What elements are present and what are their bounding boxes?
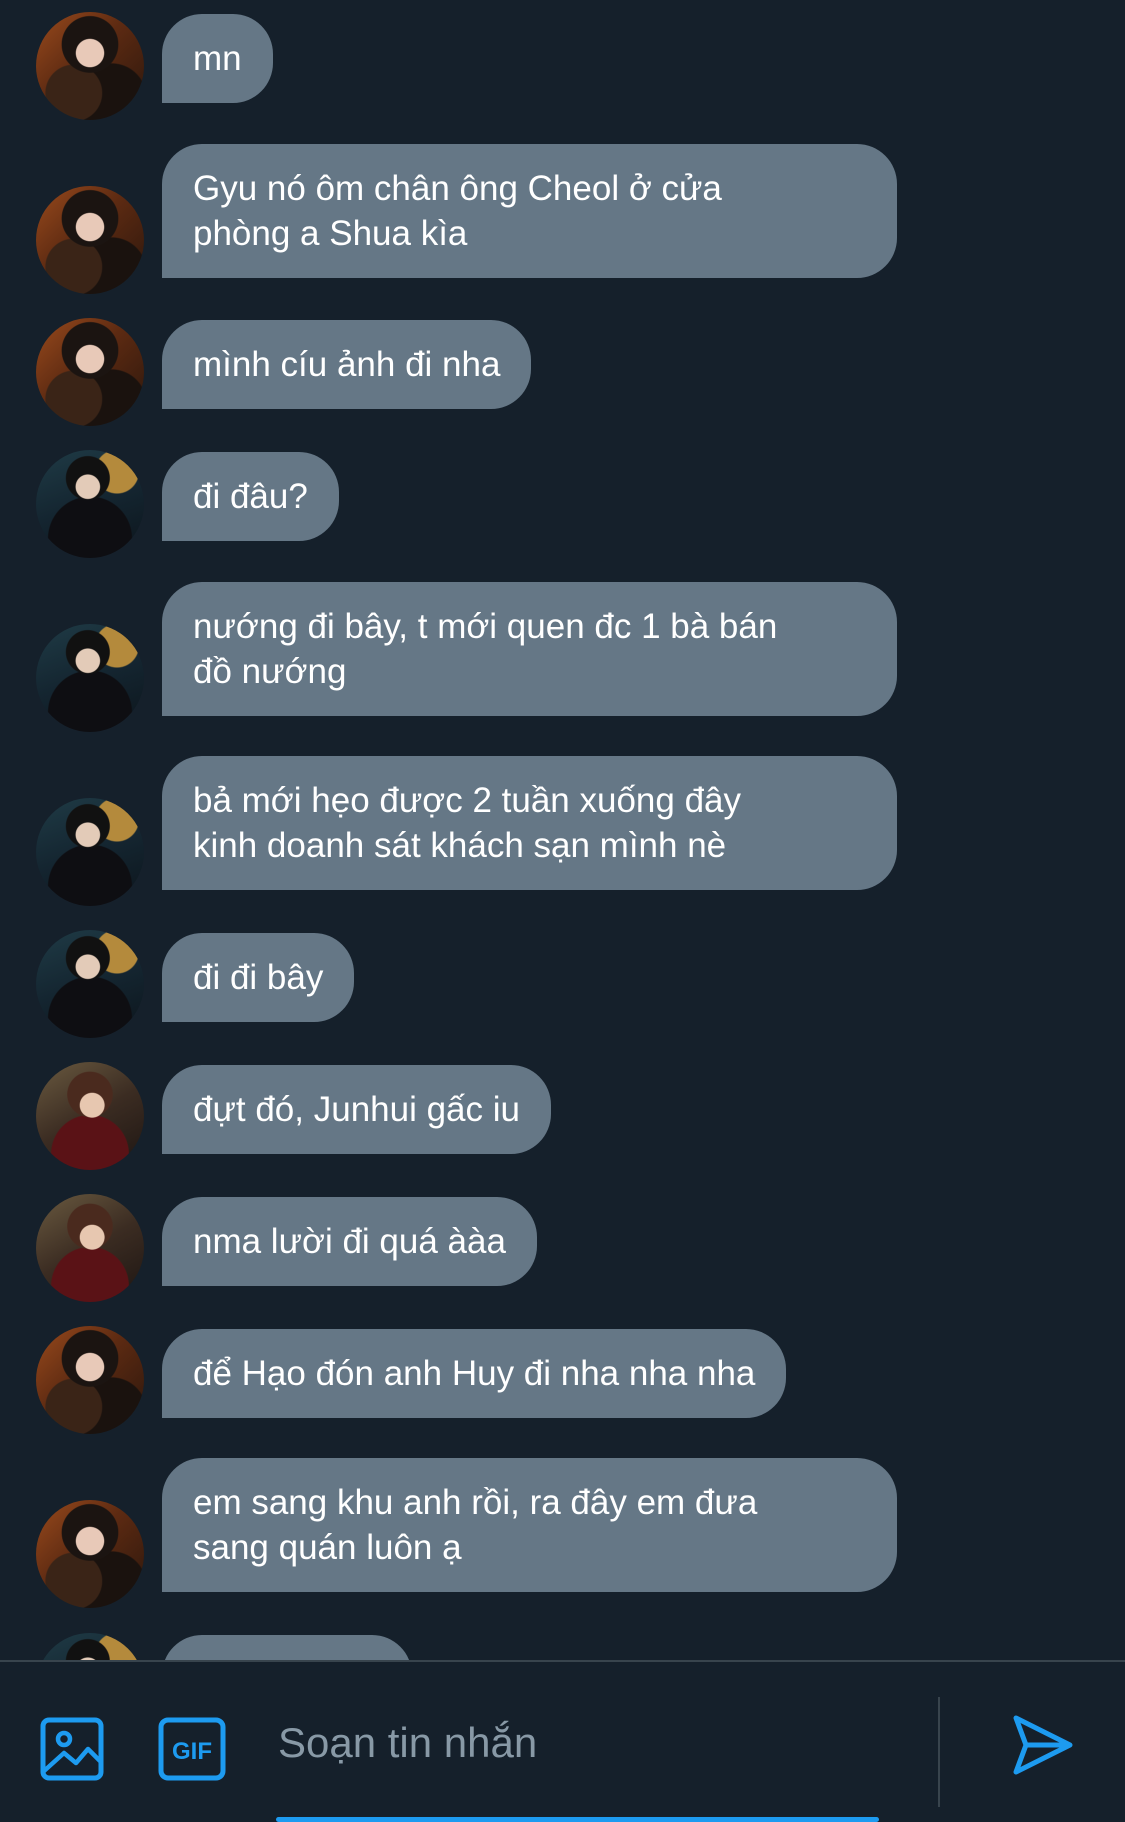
message-bubble[interactable]: em sang khu anh rồi, ra đây em đưa sang … [162,1458,897,1592]
avatar[interactable] [36,930,144,1038]
send-icon[interactable] [1010,1712,1074,1778]
avatar[interactable] [36,1326,144,1434]
avatar[interactable] [36,1062,144,1170]
avatar[interactable] [36,1500,144,1608]
message-bubble[interactable]: đi đâu? [162,452,339,541]
message-composer: GIF [0,1660,1125,1822]
message-bubble[interactable]: nma lười đi quá ààa [162,1197,537,1286]
message-input[interactable] [276,1702,880,1784]
message-bubble[interactable]: đựt đó, Junhui gấc iu [162,1065,551,1154]
avatar[interactable] [36,318,144,426]
input-focus-underline [276,1817,879,1822]
message-bubble[interactable]: bả mới hẹo được 2 tuần xuống đây kinh do… [162,756,897,890]
avatar[interactable] [36,1633,144,1660]
avatar[interactable] [36,1194,144,1302]
message-bubble[interactable]: Gyu nó ôm chân ông Cheol ở cửa phòng a S… [162,144,897,278]
composer-divider [938,1697,940,1807]
avatar[interactable] [36,450,144,558]
gif-icon[interactable]: GIF [158,1717,226,1781]
message-bubble[interactable]: nướng đi bây, t mới quen đc 1 bà bán đồ … [162,582,897,716]
message-bubble[interactable]: để Hạo đón anh Huy đi nha nha nha [162,1329,787,1418]
gif-label: GIF [172,1738,212,1765]
message-bubble-partial[interactable] [162,1635,412,1660]
message-bubble[interactable]: mn [162,14,273,103]
avatar[interactable] [36,186,144,294]
image-icon[interactable] [40,1717,104,1781]
avatar[interactable] [36,12,144,120]
avatar[interactable] [36,624,144,732]
message-feed[interactable]: mn Gyu nó ôm chân ông Cheol ở cửa phòng … [0,0,1125,1660]
avatar[interactable] [36,798,144,906]
message-bubble[interactable]: mình cíu ảnh đi nha [162,320,532,409]
message-bubble[interactable]: đi đi bây [162,933,355,1022]
